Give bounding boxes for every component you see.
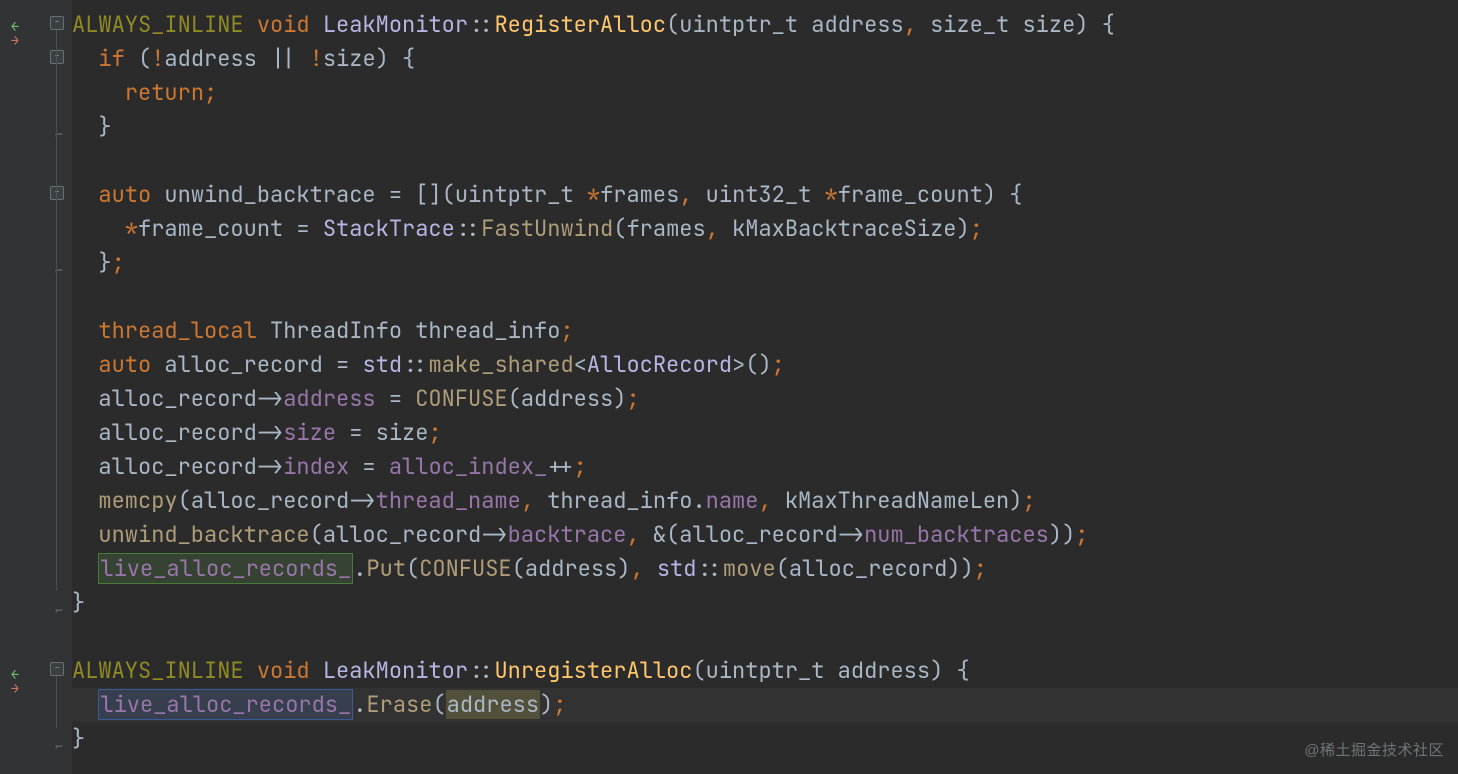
code-editor[interactable]: ← → − − ⌐ − ⌐ ⌐ ← → − ⌐ ALWAYS_INLINE vo… (0, 0, 1458, 774)
class-token: LeakMonitor (323, 10, 468, 39)
fold-toggle-icon[interactable]: − (50, 662, 64, 676)
highlighted-field: live_alloc_records_ (98, 553, 353, 584)
fold-end-icon: ⌐ (50, 118, 68, 152)
fold-guide (56, 30, 57, 590)
fold-end-icon: ⌐ (50, 254, 68, 288)
function-token: RegisterAlloc (494, 10, 666, 39)
highlighted-field: live_alloc_records_ (98, 689, 353, 720)
fold-end-icon: ⌐ (50, 594, 68, 628)
vcs-outgoing-icon: → (6, 24, 24, 58)
keyword-token: void (257, 10, 310, 39)
highlighted-token: address (446, 690, 540, 719)
source-code[interactable]: ALWAYS_INLINE void LeakMonitor::Register… (72, 0, 1458, 756)
vcs-outgoing-icon: → (6, 672, 24, 706)
fold-end-icon: ⌐ (50, 730, 68, 764)
macro-token: ALWAYS_INLINE (72, 10, 244, 39)
fold-guide (56, 676, 57, 728)
gutter: ← → − − ⌐ − ⌐ ⌐ ← → − ⌐ (0, 0, 72, 774)
fold-toggle-icon[interactable]: − (50, 16, 64, 30)
code-viewport[interactable]: ALWAYS_INLINE void LeakMonitor::Register… (72, 0, 1458, 774)
fold-toggle-icon[interactable]: − (50, 186, 64, 200)
fold-toggle-icon[interactable]: − (50, 50, 64, 64)
